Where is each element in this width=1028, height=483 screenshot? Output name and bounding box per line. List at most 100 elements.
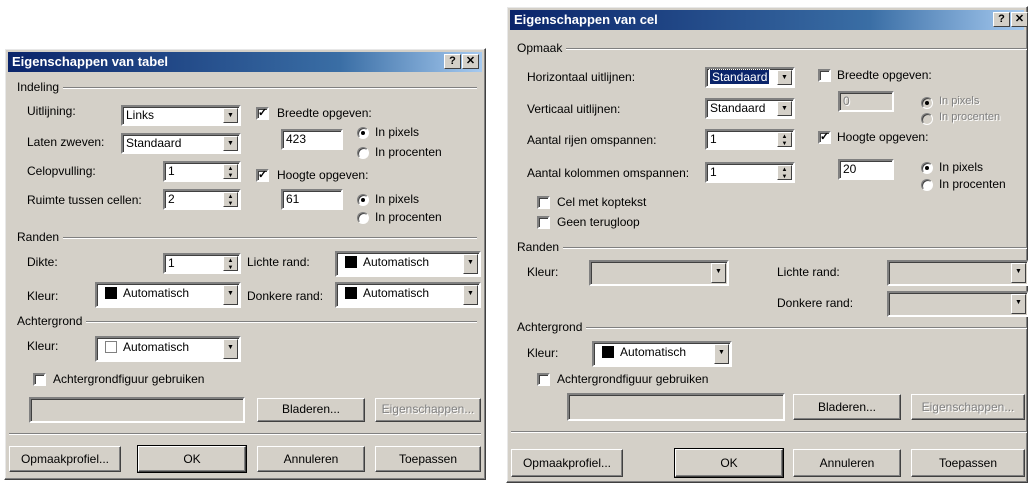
breedte-pixels-radio[interactable]: [921, 97, 933, 109]
donkere-rand-color-select[interactable]: ▼: [887, 291, 1028, 317]
chevron-down-icon[interactable]: ▼: [223, 136, 238, 151]
toepassen-button[interactable]: Toepassen: [375, 446, 481, 472]
close-button[interactable]: ✕: [1011, 12, 1028, 27]
chevron-down-icon[interactable]: ▼: [463, 254, 478, 274]
breedte-procenten-radio[interactable]: [921, 113, 933, 125]
celopvulling-spinner[interactable]: 1 ▲ ▼: [163, 161, 241, 182]
hoogte-value: 20: [843, 162, 857, 176]
hoogte-procenten-radio[interactable]: [921, 179, 933, 191]
annuleren-button[interactable]: Annuleren: [257, 446, 365, 472]
chevron-down-icon[interactable]: ▼: [714, 344, 729, 364]
verticaal-select[interactable]: Standaard ▼: [705, 98, 795, 119]
horizontaal-label: Horizontaal uitlijnen:: [527, 70, 636, 84]
achtergrond-divider: [517, 327, 1027, 329]
terugloop-label: Geen terugloop: [557, 215, 640, 229]
toepassen-button[interactable]: Toepassen: [911, 449, 1025, 477]
help-button[interactable]: ?: [993, 12, 1010, 27]
chevron-down-icon[interactable]: ▼: [777, 70, 792, 85]
kolommen-value: 1: [710, 165, 717, 179]
achtergrondfiguur-path-input[interactable]: [567, 393, 785, 421]
hoogte-pixels-radio[interactable]: [357, 194, 369, 206]
kolommen-spinner[interactable]: 1 ▲ ▼: [705, 162, 795, 183]
breedte-procenten-radio[interactable]: [357, 147, 369, 159]
achtergrondfiguur-checkbox[interactable]: [537, 373, 550, 386]
hoogte-checkbox[interactable]: ✓: [818, 131, 831, 144]
breedte-input[interactable]: 423: [281, 129, 343, 150]
breedte-checkbox[interactable]: ✓: [256, 107, 269, 120]
lichte-rand-color-select[interactable]: ▼: [887, 260, 1028, 286]
ok-button[interactable]: OK: [674, 448, 784, 478]
chevron-down-icon[interactable]: ▼: [223, 285, 238, 305]
table-properties-dialog: Eigenschappen van tabel ? ✕ Indeling Uit…: [4, 48, 486, 480]
opmaakprofiel-button[interactable]: Opmaakprofiel...: [511, 449, 623, 477]
horizontaal-value: Standaard: [708, 69, 771, 85]
spinner-arrows-icon[interactable]: ▲ ▼: [777, 165, 792, 180]
eigenschappen-button[interactable]: Eigenschappen...: [375, 398, 481, 422]
donkere-rand-value: Automatisch: [363, 286, 430, 300]
opmaakprofiel-button[interactable]: Opmaakprofiel...: [9, 446, 121, 472]
rijen-spinner[interactable]: 1 ▲ ▼: [705, 129, 795, 150]
achtergrond-kleur-select[interactable]: Automatisch ▼: [592, 341, 732, 367]
eigenschappen-button[interactable]: Eigenschappen...: [911, 394, 1025, 420]
verticaal-value: Standaard: [710, 101, 766, 115]
lichte-rand-label: Lichte rand:: [777, 265, 840, 279]
achtergrondfiguur-checkbox[interactable]: [33, 373, 46, 386]
help-button[interactable]: ?: [444, 54, 461, 69]
chevron-down-icon[interactable]: ▼: [223, 339, 238, 359]
hoogte-pixels-radio[interactable]: [921, 162, 933, 174]
breedte-label: Breedte opgeven:: [277, 106, 372, 120]
color-swatch: [602, 346, 614, 358]
chevron-down-icon[interactable]: ▼: [463, 285, 478, 305]
uitlijning-select[interactable]: Links ▼: [121, 105, 241, 126]
annuleren-button[interactable]: Annuleren: [793, 449, 901, 477]
hoogte-input[interactable]: 61: [281, 189, 343, 210]
achtergrond-legend: Achtergrond: [17, 314, 87, 328]
lichte-rand-color-select[interactable]: Automatisch ▼: [335, 251, 481, 277]
hoogte-label: Hoogte opgeven:: [837, 130, 929, 144]
spinner-arrows-icon[interactable]: ▲ ▼: [223, 164, 238, 179]
chevron-down-icon[interactable]: ▼: [223, 108, 238, 123]
bladeren-button[interactable]: Bladeren...: [793, 394, 901, 420]
achtergrondfiguur-path-input[interactable]: [29, 397, 245, 423]
koptekst-label: Cel met koptekst: [557, 195, 647, 209]
kleur-color-select[interactable]: ▼: [589, 260, 729, 286]
ruimte-spinner[interactable]: 2 ▲ ▼: [163, 189, 241, 210]
achtergrond-kleur-label: Kleur:: [527, 346, 559, 360]
spinner-arrows-icon[interactable]: ▲ ▼: [777, 132, 792, 147]
donkere-rand-label: Donkere rand:: [777, 296, 854, 310]
horizontaal-select[interactable]: Standaard ▼: [705, 67, 795, 88]
laten-zweven-select[interactable]: Standaard ▼: [121, 133, 241, 154]
hoogte-checkbox[interactable]: ✓: [256, 169, 269, 182]
indeling-legend: Indeling: [17, 80, 64, 94]
chevron-down-icon[interactable]: ▼: [777, 101, 792, 116]
hoogte-input[interactable]: 20: [838, 159, 894, 180]
breedte-pixels-radio[interactable]: [357, 127, 369, 139]
kleur-label: Kleur:: [27, 289, 59, 303]
chevron-down-icon[interactable]: ▼: [1011, 263, 1026, 283]
chevron-down-icon[interactable]: ▼: [1011, 294, 1026, 314]
spinner-arrows-icon[interactable]: ▲ ▼: [223, 192, 238, 207]
terugloop-checkbox[interactable]: [537, 216, 550, 229]
title-bar[interactable]: Eigenschappen van cel ? ✕: [510, 10, 1028, 30]
breedte-procenten-label: In procenten: [375, 145, 442, 159]
donkere-rand-color-select[interactable]: Automatisch ▼: [335, 282, 481, 308]
color-swatch: [105, 287, 117, 299]
breedte-checkbox[interactable]: [818, 69, 831, 82]
hoogte-value: 61: [286, 192, 300, 206]
ok-button[interactable]: OK: [137, 445, 247, 473]
title-bar[interactable]: Eigenschappen van tabel ? ✕: [8, 52, 482, 72]
kleur-value: Automatisch: [123, 286, 190, 300]
rijen-label: Aantal rijen omspannen:: [527, 133, 657, 147]
bladeren-button[interactable]: Bladeren...: [257, 398, 365, 422]
spinner-arrows-icon[interactable]: ▲ ▼: [223, 256, 238, 271]
achtergrond-kleur-select[interactable]: Automatisch ▼: [95, 336, 241, 362]
close-button[interactable]: ✕: [462, 54, 479, 69]
hoogte-procenten-radio[interactable]: [357, 212, 369, 224]
breedte-input[interactable]: 0: [838, 91, 894, 112]
dikte-spinner[interactable]: 1 ▲ ▼: [163, 253, 241, 274]
dialog-title: Eigenschappen van cel: [514, 12, 658, 27]
koptekst-checkbox[interactable]: [537, 196, 550, 209]
opmaak-legend: Opmaak: [517, 41, 567, 55]
kleur-color-select[interactable]: Automatisch ▼: [95, 282, 241, 308]
chevron-down-icon[interactable]: ▼: [711, 263, 726, 283]
